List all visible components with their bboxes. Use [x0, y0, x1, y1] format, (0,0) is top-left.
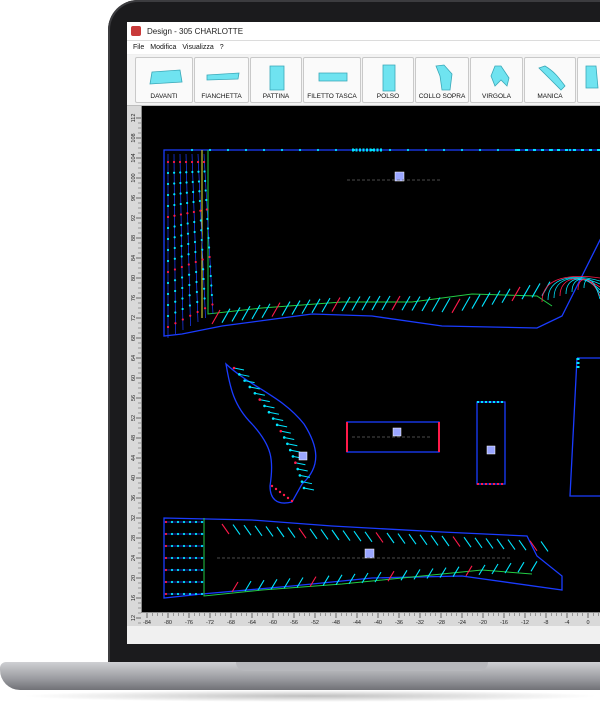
ruler-left-label: 56	[131, 395, 137, 401]
tool-polso[interactable]: POLSO	[362, 57, 414, 103]
ruler-left-label: 68	[131, 335, 137, 341]
menu-modifica[interactable]: Modifica	[150, 44, 176, 51]
ruler-left-label: 20	[131, 575, 137, 581]
ruler-left-label: 28	[131, 535, 137, 541]
tool-next[interactable]	[577, 57, 600, 103]
status-strip	[127, 626, 600, 644]
ruler-left-label: 32	[131, 515, 137, 521]
tool-pattina[interactable]: PATTINA	[250, 57, 302, 103]
tool-label: DAVANTI	[150, 93, 178, 100]
ruler-left-label: 44	[131, 455, 137, 461]
tool-label: COLLO SOPRA	[418, 93, 466, 100]
ruler-left-label: 16	[131, 595, 137, 601]
tool-manica[interactable]: MANICA	[524, 57, 576, 103]
tool-davanti[interactable]: DAVANTI	[135, 57, 193, 103]
ruler-left-label: 100	[131, 173, 137, 182]
ruler-left-label: 52	[131, 415, 137, 421]
ruler-left-label: 48	[131, 435, 137, 441]
tool-filetto-tasca[interactable]: FILETTO TASCA	[303, 57, 361, 103]
piece-collar-icon	[435, 64, 453, 91]
piece-sleeve-icon	[538, 65, 566, 91]
piece-toolbar: DAVANTI FIANCHETTA PATTINA FILETTO TASCA…	[127, 55, 600, 106]
ruler-left-label: 92	[131, 215, 137, 221]
ruler-bottom: -84 -80 -76 -72 -68 -64 -60 -56 -52 -48 -44 -40 -36-…	[141, 612, 600, 627]
piece-manica[interactable]	[225, 362, 317, 504]
tool-label: MANICA	[537, 93, 563, 100]
ruler-left-label: 24	[131, 555, 137, 561]
tool-collo-sopra[interactable]: COLLO SOPRA	[415, 57, 469, 103]
ruler-left-label: 104	[131, 153, 137, 162]
ruler-left-label: 12	[131, 615, 137, 621]
piece-polso[interactable]	[476, 401, 506, 485]
menu-file[interactable]: File	[133, 44, 144, 51]
piece-comma-icon	[490, 65, 510, 87]
menu-visualizza[interactable]: Visualizza	[182, 44, 213, 51]
ruler-left-label: 60	[131, 375, 137, 381]
piece-right-partial[interactable]	[569, 357, 600, 497]
app-window: Design - 305 CHARLOTTE File Modifica Vis…	[127, 22, 600, 644]
ruler-left-label: 36	[131, 495, 137, 501]
tool-label: POLSO	[376, 93, 400, 100]
piece-more-icon	[585, 65, 599, 89]
laptop-shadow	[20, 690, 600, 702]
piece-flap-icon	[269, 65, 285, 91]
piece-cuff-icon	[382, 64, 396, 92]
tool-label: VIRGOLA	[482, 93, 511, 100]
tool-label: PATTINA	[262, 93, 290, 100]
ruler-left-label: 112	[131, 114, 137, 123]
menu-bar: File Modifica Visualizza ?	[127, 41, 600, 54]
piece-pattina[interactable]	[346, 421, 440, 453]
ruler-left-label: 108	[131, 133, 137, 142]
ruler-left-label: 96	[131, 195, 137, 201]
piece-side-icon	[206, 72, 240, 81]
ruler-left-label: 76	[131, 295, 137, 301]
ruler-left-label: 72	[131, 315, 137, 321]
piece-pocket-welt-icon	[318, 72, 348, 82]
tool-label: FIANCHETTA	[201, 93, 242, 100]
title-bar: Design - 305 CHARLOTTE	[127, 22, 600, 41]
ruler-left-label: 64	[131, 355, 137, 361]
ruler-left-label: 84	[131, 255, 137, 261]
piece-front-icon	[149, 69, 183, 85]
ruler-left-label: 40	[131, 475, 137, 481]
app-icon	[131, 26, 141, 36]
tool-fianchetta[interactable]: FIANCHETTA	[194, 57, 249, 103]
pattern-canvas[interactable]	[142, 106, 600, 612]
menu-help[interactable]: ?	[220, 44, 224, 51]
ruler-left: 112 108 104 100 96 92 88 84 80 76 72 68 64 60 56 52 48 44…	[127, 106, 142, 626]
laptop-notch	[236, 662, 488, 671]
window-title: Design - 305 CHARLOTTE	[147, 26, 244, 36]
piece-davanti[interactable]	[163, 148, 600, 338]
ruler-left-label: 88	[131, 235, 137, 241]
tool-label: FILETTO TASCA	[307, 93, 357, 100]
ruler-left-label: 80	[131, 275, 137, 281]
tool-virgola[interactable]: VIRGOLA	[470, 57, 523, 103]
piece-fianchetta[interactable]	[163, 517, 563, 599]
